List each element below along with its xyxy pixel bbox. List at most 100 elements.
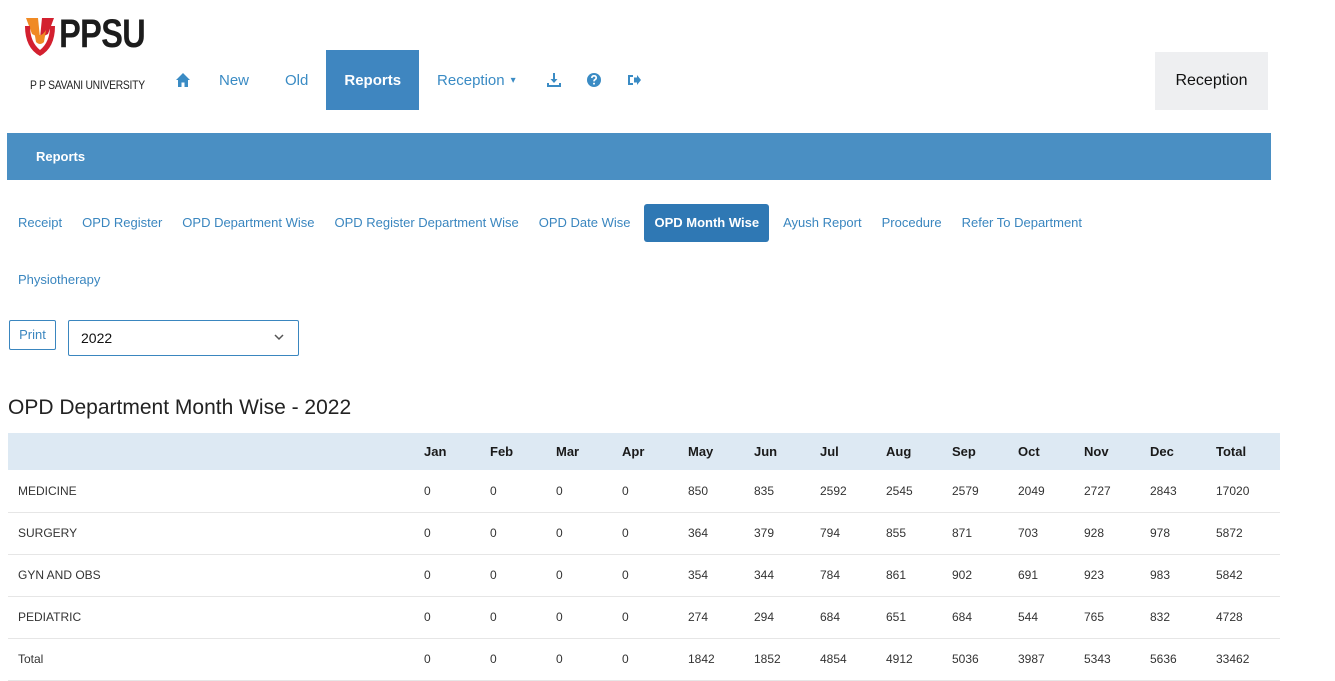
tab-refer-to-department[interactable]: Refer To Department [952, 205, 1092, 241]
table-row: Total 0 0 0 0 1842 1852 4854 4912 5036 3987 5343 563… [8, 638, 1280, 680]
table-cell: 4728 [1216, 610, 1243, 624]
nav-home[interactable] [165, 50, 201, 110]
report-tabs-row-2: Physiotherapy [8, 260, 1308, 300]
column-header-aug: Aug [886, 444, 912, 459]
report-table: Jan Feb Mar Apr May Jun Jul Aug Sep Oct Nov Dec Tota… [8, 433, 1280, 681]
table-cell-department: SURGERY [18, 526, 78, 540]
table-cell: 2727 [1084, 483, 1111, 498]
table-cell: 0 [490, 568, 497, 582]
table-cell: 923 [1084, 568, 1105, 582]
report-tabs: Receipt OPD Register OPD Department Wise… [8, 203, 1308, 300]
table-cell: 0 [622, 483, 629, 498]
top-navbar: PPSU P P SAVANI UNIVERSITY New Old Repor… [0, 0, 1335, 110]
table-cell: 928 [1084, 526, 1105, 540]
tab-opd-register-department-wise[interactable]: OPD Register Department Wise [324, 205, 528, 241]
table-row: SURGERY 0 0 0 0 364 379 794 855 871 703 928 978 5872 [8, 512, 1280, 554]
table-cell: 0 [622, 652, 629, 666]
tab-physiotherapy[interactable]: Physiotherapy [8, 262, 110, 298]
table-cell: 0 [622, 526, 629, 540]
tab-ayush-report[interactable]: Ayush Report [773, 205, 872, 241]
report-title: OPD Department Month Wise - 2022 [8, 396, 352, 419]
table-cell: 379 [754, 526, 775, 540]
table-row: MEDICINE 0 0 0 0 850 835 2592 2545 2579 2049 2727 28… [8, 470, 1280, 512]
table-cell: 684 [952, 610, 973, 624]
nav-new[interactable]: New [201, 50, 267, 110]
table-header-row: Jan Feb Mar Apr May Jun Jul Aug Sep Oct Nov Dec Tota… [8, 433, 1280, 470]
tab-opd-department-wise[interactable]: OPD Department Wise [172, 205, 324, 241]
table-cell: 765 [1084, 610, 1105, 624]
table-cell: 703 [1018, 526, 1039, 540]
table-cell: 983 [1150, 568, 1171, 582]
nav-reception-dropdown[interactable]: Reception ▾ [419, 50, 534, 110]
table-cell: 0 [556, 483, 563, 498]
logout-icon [627, 75, 641, 85]
table-cell: 784 [820, 568, 841, 582]
table-cell: 0 [490, 652, 497, 666]
column-header-department [8, 433, 414, 470]
table-cell-department: MEDICINE [18, 483, 77, 498]
table-cell: 0 [556, 526, 563, 540]
table-cell: 0 [490, 483, 497, 498]
caret-down-icon: ▾ [510, 74, 516, 86]
tab-opd-register[interactable]: OPD Register [72, 205, 172, 241]
tab-receipt[interactable]: Receipt [8, 205, 72, 241]
table-cell: 861 [886, 568, 907, 582]
brand-logo[interactable]: PPSU P P SAVANI UNIVERSITY [22, 8, 152, 98]
tab-procedure[interactable]: Procedure [872, 205, 952, 241]
table-cell: 855 [886, 526, 907, 540]
table-cell: 2592 [820, 483, 847, 498]
table-row: GYN AND OBS 0 0 0 0 354 344 784 861 902 691 923 983 5… [8, 554, 1280, 596]
table-cell: 4912 [886, 652, 913, 666]
table-cell: 1852 [754, 652, 781, 666]
table-cell: 0 [622, 568, 629, 582]
nav-reports[interactable]: Reports [326, 50, 420, 110]
table-cell: 5036 [952, 652, 979, 666]
table-cell: 2843 [1150, 483, 1177, 498]
table-cell: 33462 [1216, 652, 1250, 666]
table-cell: 2049 [1018, 483, 1045, 498]
main-nav: New Old Reports Reception ▾ [165, 50, 654, 110]
table-cell: 0 [424, 568, 431, 582]
nav-old[interactable]: Old [267, 50, 326, 110]
table-cell: 0 [424, 652, 431, 666]
nav-logout[interactable] [614, 50, 654, 110]
table-cell: 691 [1018, 568, 1039, 582]
table-cell: 0 [490, 526, 497, 540]
nav-reception-label: Reception [437, 71, 505, 89]
table-cell-department: Total [18, 652, 44, 666]
column-header-nov: Nov [1084, 444, 1109, 459]
table-cell: 5636 [1150, 652, 1177, 666]
table-cell: 5842 [1216, 568, 1243, 582]
table-cell: 344 [754, 568, 775, 582]
column-header-jul: Jul [820, 444, 839, 459]
table-cell: 274 [688, 610, 709, 624]
year-select[interactable]: 2022 [68, 320, 299, 356]
nav-download[interactable] [534, 50, 574, 110]
tab-opd-month-wise[interactable]: OPD Month Wise [644, 204, 770, 242]
user-role-button[interactable]: Reception [1155, 52, 1268, 110]
print-button[interactable]: Print [9, 320, 56, 350]
table-body: MEDICINE 0 0 0 0 850 835 2592 2545 2579 2049 2727 28… [8, 470, 1280, 680]
tab-opd-date-wise[interactable]: OPD Date Wise [529, 205, 641, 241]
table-cell: 651 [886, 610, 907, 624]
table-cell: 0 [556, 652, 563, 666]
table-cell: 832 [1150, 610, 1171, 624]
home-icon [176, 73, 190, 87]
table-cell: 850 [688, 483, 709, 498]
table-cell: 871 [952, 526, 973, 540]
table-cell: 17020 [1216, 483, 1250, 498]
table-cell: 4854 [820, 652, 847, 666]
table-cell: 902 [952, 568, 973, 582]
table-cell: 3987 [1018, 652, 1045, 666]
table-cell: 0 [424, 483, 431, 498]
nav-help[interactable] [574, 50, 614, 110]
table-cell: 794 [820, 526, 841, 540]
column-header-total: Total [1216, 444, 1247, 459]
table-cell: 364 [688, 526, 709, 540]
help-icon [586, 73, 601, 87]
report-tabs-row: Receipt OPD Register OPD Department Wise… [8, 203, 1308, 243]
column-header-sep: Sep [952, 444, 976, 459]
report-table-container: Jan Feb Mar Apr May Jun Jul Aug Sep Oct Nov Dec Tota… [8, 433, 1280, 681]
brand-subtitle: P P SAVANI UNIVERSITY [30, 78, 145, 92]
column-header-jun: Jun [754, 444, 778, 459]
